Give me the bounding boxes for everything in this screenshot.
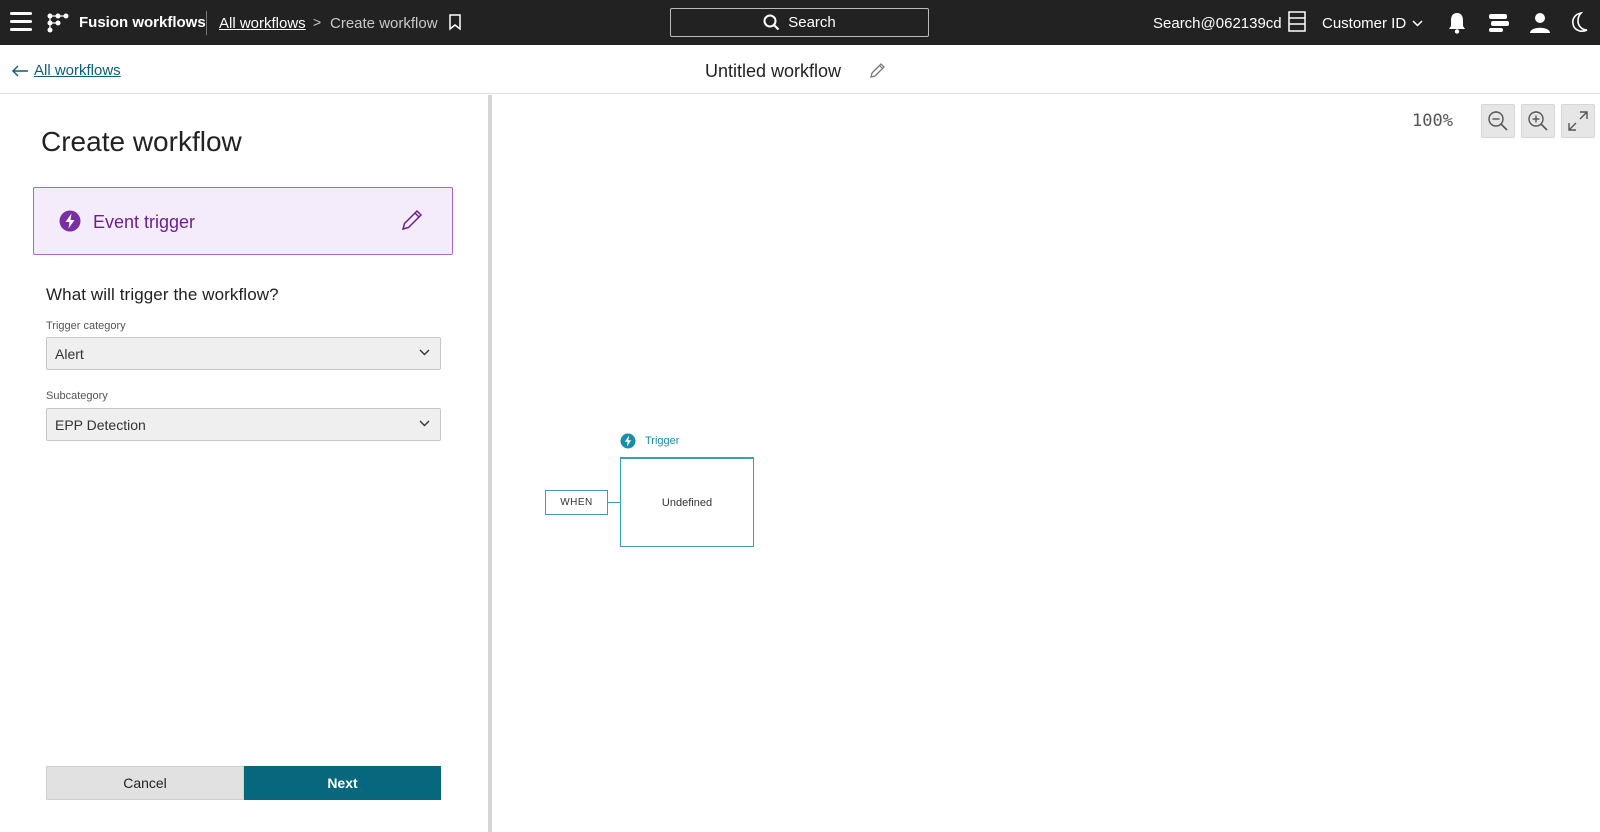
cancel-button[interactable]: Cancel [46,766,244,800]
bookmark-icon[interactable] [448,14,462,31]
search-label: Search [788,14,836,31]
menu-icon[interactable] [10,12,32,32]
lightning-icon [620,433,636,449]
subcategory-select[interactable]: EPP Detection [46,408,441,441]
topbar-divider [206,11,207,35]
trigger-node-body: Undefined [661,496,713,509]
next-button[interactable]: Next [244,766,441,800]
server-icon[interactable] [1287,11,1307,32]
trigger-question: What will trigger the workflow? [46,285,279,304]
logo-icon [47,13,69,33]
event-trigger-label: Event trigger [93,212,196,232]
moon-icon[interactable] [1569,11,1591,34]
pencil-icon[interactable] [400,208,424,232]
search-icon [763,14,780,31]
chevron-down-icon [419,420,430,427]
create-workflow-panel: Create workflow Event trigger What will … [0,95,488,832]
zoom-out-icon [1488,111,1508,131]
zoom-in-icon [1528,111,1548,131]
lightning-icon [59,210,81,232]
bell-icon[interactable] [1447,12,1467,34]
chevron-down-icon [1412,20,1423,27]
zoom-in-button[interactable] [1521,104,1555,138]
event-trigger-card: Event trigger [33,187,453,255]
arrow-left-icon [12,65,28,76]
back-label: All workflows [34,62,121,79]
when-connector-line [608,502,620,503]
zoom-out-button[interactable] [1481,104,1515,138]
trigger-category-label: Trigger category [46,320,126,332]
breadcrumb-all-workflows-link[interactable]: All workflows [219,15,306,32]
fullscreen-icon [1568,111,1588,131]
global-search-button[interactable]: Search [670,8,929,37]
fullscreen-button[interactable] [1561,104,1595,138]
account-name: Search@062139cd [1153,15,1282,32]
pencil-icon[interactable] [869,62,886,79]
subcategory-label: Subcategory [46,390,108,402]
trigger-category-value: Alert [55,346,84,362]
customer-id-label: Customer ID [1322,15,1407,32]
messages-icon[interactable] [1488,13,1510,33]
workflow-title: Untitled workflow [705,61,842,81]
back-to-all-workflows-link[interactable]: All workflows [12,62,121,79]
trigger-node[interactable]: Undefined [620,457,754,547]
app-name: Fusion workflows [79,14,206,31]
top-nav-bar: Fusion workflows All workflows > Create … [0,0,1600,45]
user-icon[interactable] [1529,12,1551,34]
panel-title: Create workflow [41,126,242,157]
workflow-subheader: All workflows Untitled workflow [0,45,1600,94]
chevron-down-icon [419,349,430,356]
when-label-box: WHEN [545,490,608,515]
zoom-level: 100% [1412,111,1453,131]
subcategory-value: EPP Detection [55,417,146,433]
breadcrumb-separator: > [313,14,322,30]
customer-id-dropdown[interactable]: Customer ID [1322,15,1423,32]
trigger-category-select[interactable]: Alert [46,337,441,370]
breadcrumb-current: Create workflow [330,15,438,32]
trigger-node-header: Trigger [645,435,680,447]
